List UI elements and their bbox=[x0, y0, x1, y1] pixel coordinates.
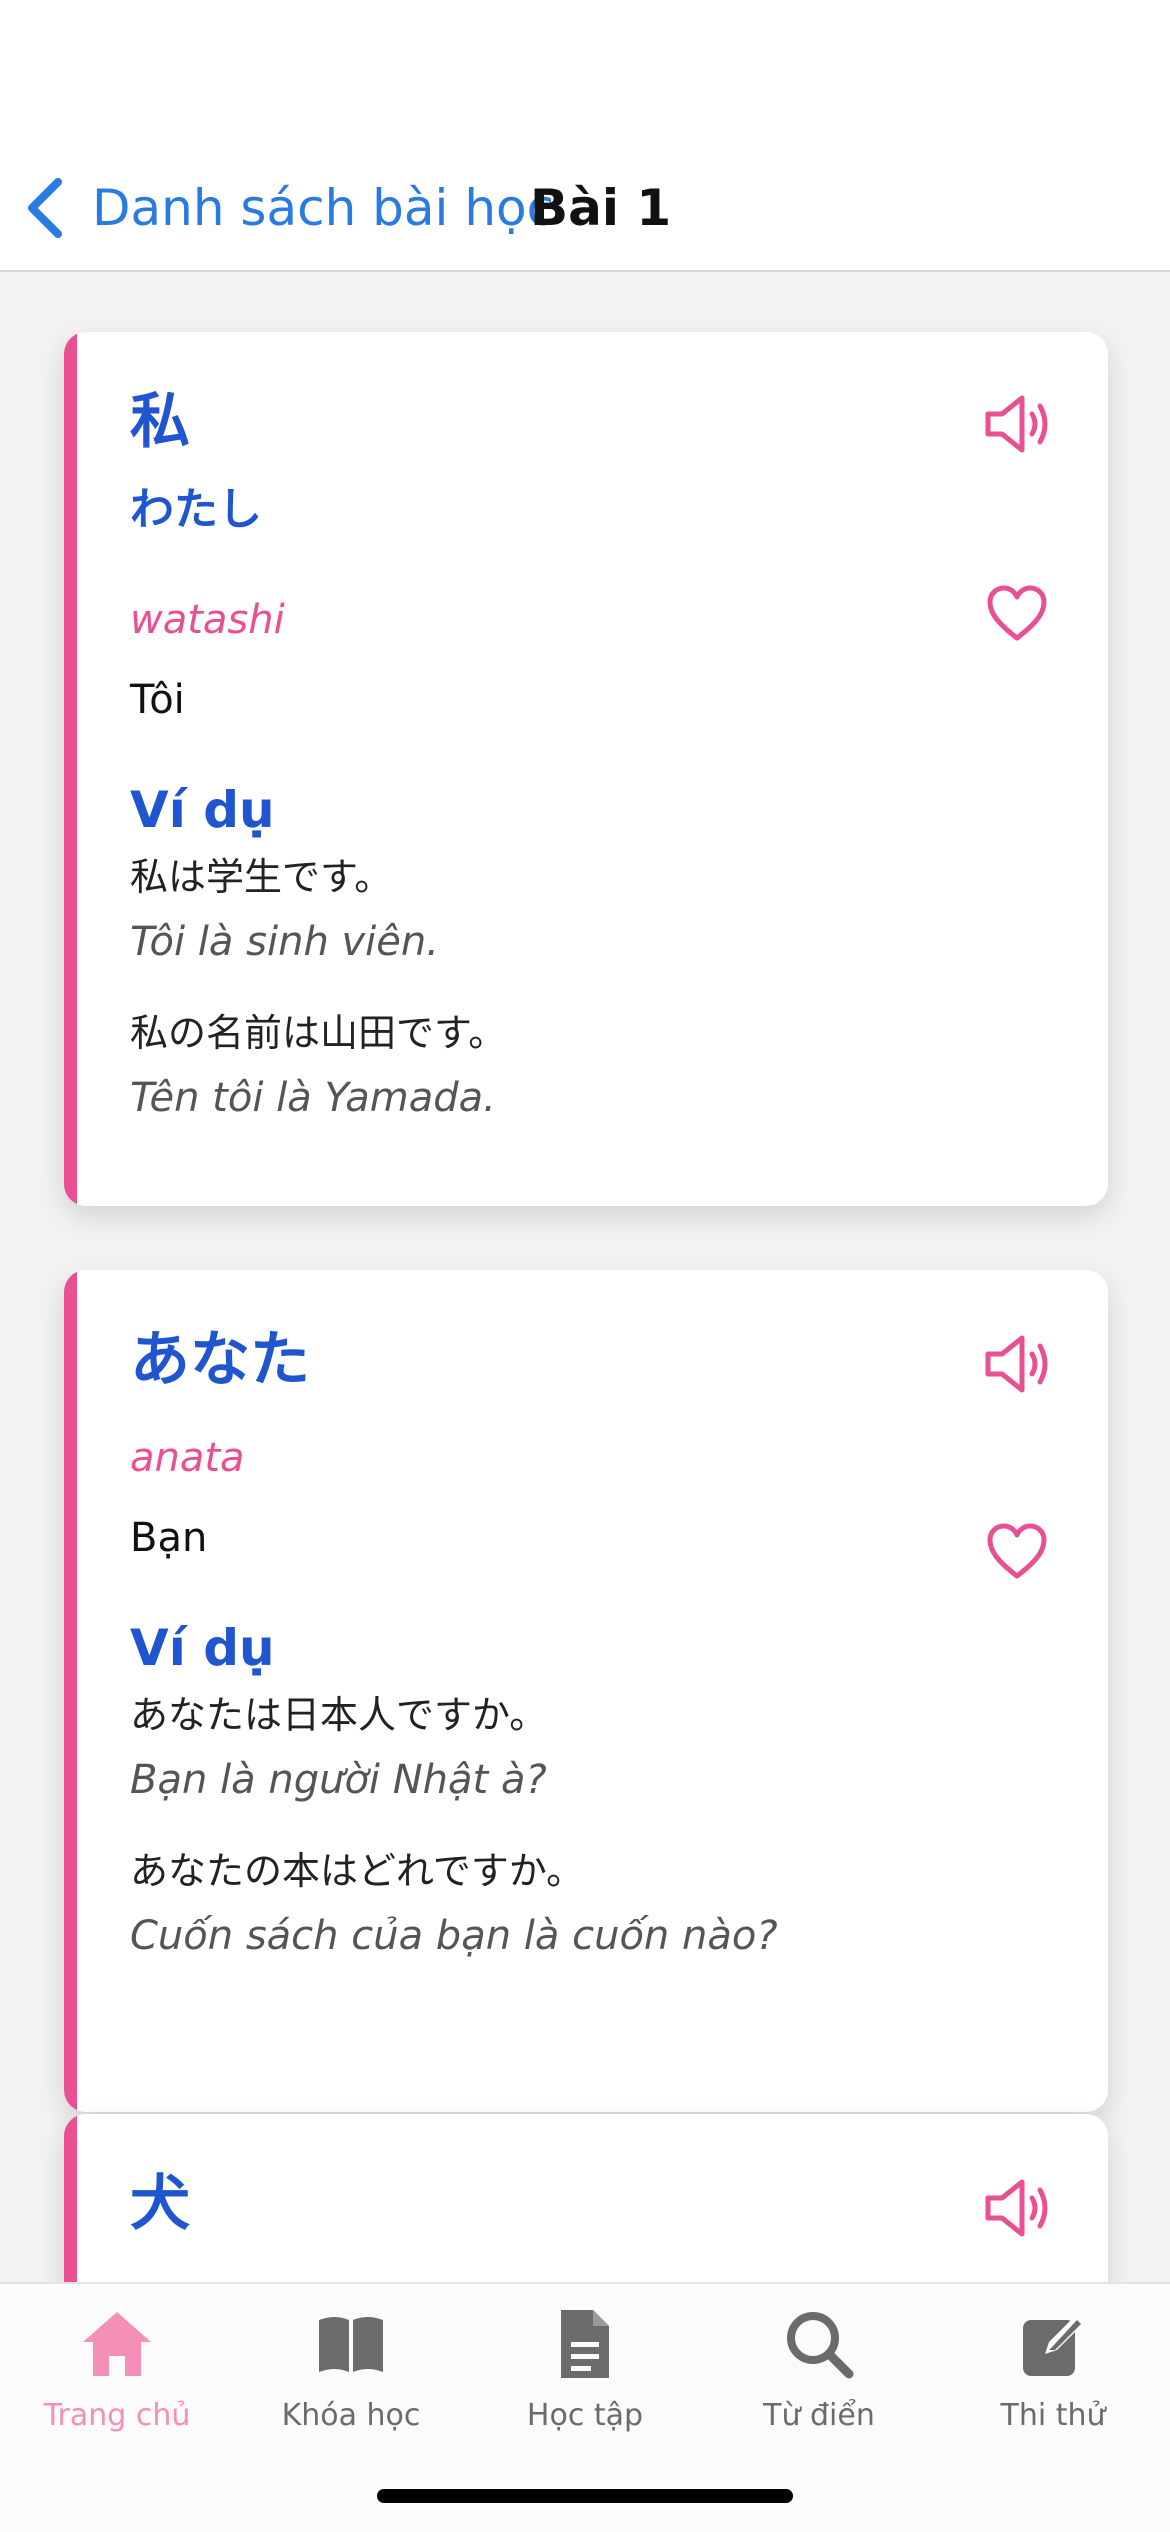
example-jp: 私は学生です。 bbox=[130, 855, 393, 899]
speaker-icon[interactable] bbox=[982, 392, 1052, 456]
tab-mock-test[interactable]: Thi thử bbox=[936, 2306, 1170, 2456]
vocab-romaji: anata bbox=[130, 1435, 245, 1481]
vocab-romaji: watashi bbox=[130, 597, 285, 643]
vocab-word: 私 bbox=[130, 387, 190, 457]
chevron-left-icon[interactable] bbox=[22, 176, 68, 240]
home-indicator bbox=[377, 2489, 793, 2503]
vocab-meaning: Bạn bbox=[130, 1515, 208, 1561]
vocab-kana: わたし bbox=[130, 484, 262, 535]
example-vi: Bạn là người Nhật à? bbox=[130, 1757, 547, 1803]
tab-home[interactable]: Trang chủ bbox=[0, 2306, 234, 2456]
vocab-word: 犬 bbox=[130, 2169, 190, 2239]
back-button[interactable]: Danh sách bài học bbox=[92, 176, 554, 240]
vocab-meaning: Tôi bbox=[130, 677, 185, 723]
book-icon bbox=[319, 2317, 383, 2372]
tab-study[interactable]: Học tập bbox=[468, 2306, 702, 2456]
tab-dictionary[interactable]: Từ điển bbox=[702, 2306, 936, 2456]
example-jp: 私の名前は山田です。 bbox=[130, 1011, 507, 1055]
document-icon bbox=[561, 2310, 609, 2378]
edit-icon bbox=[1023, 2314, 1085, 2376]
speaker-icon[interactable] bbox=[982, 1332, 1052, 1396]
home-icon bbox=[83, 2312, 151, 2376]
tab-label: Trang chủ bbox=[43, 2398, 191, 2433]
vocab-word: あなた bbox=[130, 1325, 310, 1395]
example-jp: あなたは日本人ですか。 bbox=[130, 1693, 548, 1737]
vocab-card: 私 わたし watashi Tôi Ví dụ 私は学生です。 Tôi là s… bbox=[64, 332, 1108, 1206]
search-icon bbox=[787, 2312, 854, 2379]
heart-icon[interactable] bbox=[986, 1522, 1048, 1580]
tab-courses[interactable]: Khóa học bbox=[234, 2306, 468, 2456]
vocabulary-list[interactable]: 私 わたし watashi Tôi Ví dụ 私は学生です。 Tôi là s… bbox=[0, 272, 1170, 2282]
example-vi: Cuốn sách của bạn là cuốn nào? bbox=[130, 1913, 778, 1959]
bottom-tab-bar: Trang chủ Khóa học Học tập Từ điển Thi t… bbox=[0, 2282, 1170, 2532]
example-jp: あなたの本はどれですか。 bbox=[130, 1849, 585, 1893]
vocab-card: 犬 bbox=[64, 2114, 1108, 2282]
tab-label: Học tập bbox=[526, 2398, 644, 2433]
speaker-icon[interactable] bbox=[982, 2176, 1052, 2240]
navigation-header: Danh sách bài học Bài 1 bbox=[0, 0, 1170, 272]
example-vi: Tôi là sinh viên. bbox=[130, 919, 439, 965]
heart-icon[interactable] bbox=[986, 584, 1048, 642]
example-heading: Ví dụ bbox=[130, 781, 275, 839]
vocab-card: あなた anata Bạn Ví dụ あなたは日本人ですか。 Bạn là n… bbox=[64, 1270, 1108, 2112]
example-vi: Tên tôi là Yamada. bbox=[130, 1075, 496, 1121]
page-title: Bài 1 bbox=[530, 179, 672, 237]
example-heading: Ví dụ bbox=[130, 1619, 275, 1677]
tab-label: Thi thử bbox=[1000, 2398, 1106, 2433]
tab-label: Khóa học bbox=[281, 2398, 421, 2433]
tab-label: Từ điển bbox=[763, 2398, 875, 2433]
